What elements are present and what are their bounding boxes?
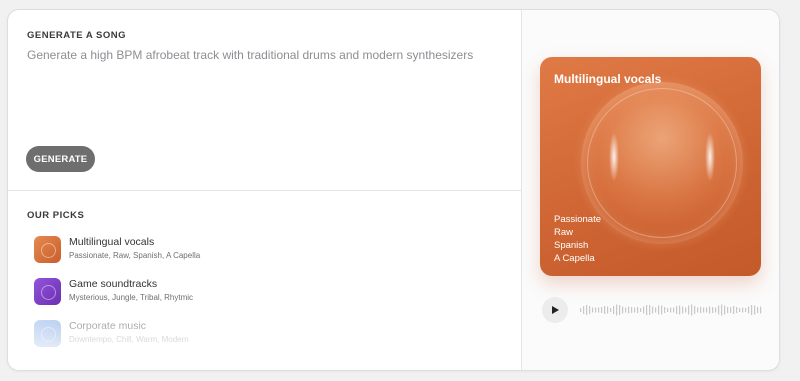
- waveform-bar: [595, 307, 597, 313]
- waveform-bar: [673, 307, 675, 313]
- waveform-bar: [661, 305, 663, 315]
- waveform-bar: [736, 307, 738, 313]
- waveform-bar: [748, 306, 750, 314]
- waveform-bar: [688, 305, 690, 315]
- orb-artwork: [581, 82, 743, 244]
- waveform-bar: [754, 305, 756, 315]
- waveform-bar: [613, 306, 615, 314]
- pick-item-name: Multilingual vocals: [69, 236, 155, 248]
- waveform-bar: [655, 307, 657, 313]
- waveform-bar: [730, 307, 732, 313]
- waveform-bar: [604, 306, 606, 314]
- waveform-bar: [664, 307, 666, 313]
- waveform-bar: [706, 307, 708, 313]
- generate-button[interactable]: GENERATE: [26, 146, 95, 172]
- waveform-bar: [658, 305, 660, 315]
- waveform-bar: [727, 307, 729, 313]
- waveform-bar: [712, 307, 714, 313]
- waveform-bar: [697, 307, 699, 313]
- generate-section-label: GENERATE A SONG: [27, 30, 126, 41]
- waveform-bar: [709, 306, 711, 314]
- featured-tag: Raw: [554, 227, 574, 238]
- waveform-bar: [667, 308, 669, 312]
- pick-item-tags: Mysterious, Jungle, Tribal, Rhytmic: [69, 293, 194, 302]
- play-button[interactable]: [542, 297, 568, 323]
- waveform-bar: [592, 307, 594, 313]
- waveform-bar: [700, 307, 702, 313]
- orb-icon: [34, 319, 61, 347]
- waveform-bar: [691, 304, 693, 316]
- pick-item-name: Corporate music: [69, 320, 147, 332]
- pick-item-corporate-music[interactable]: Corporate music Downtempo, Chill, Warm, …: [34, 318, 454, 348]
- waveform-bar: [643, 306, 645, 314]
- waveform-bar: [634, 307, 636, 313]
- orb-icon: [34, 277, 61, 305]
- waveform-bar: [724, 305, 726, 315]
- featured-tag: Spanish: [554, 240, 589, 251]
- waveform-bar: [622, 306, 624, 314]
- waveform-bar: [637, 307, 639, 313]
- orb-glint-left: [609, 132, 619, 182]
- audio-player: [542, 297, 772, 323]
- waveform-bar: [649, 305, 651, 315]
- song-generator-card: GENERATE A SONG Generate a high BPM afro…: [7, 9, 780, 371]
- orb-icon: [34, 235, 61, 263]
- waveform-bar: [733, 306, 735, 314]
- waveform-bar: [628, 306, 630, 314]
- waveform-bar: [601, 307, 603, 313]
- featured-track-card[interactable]: Multilingual vocals Passionate Raw Spani…: [540, 57, 761, 276]
- waveform-bar: [679, 305, 681, 315]
- waveform-bar: [718, 305, 720, 315]
- featured-track-tags: Passionate Raw Spanish A Capella: [554, 213, 601, 265]
- section-divider: [8, 190, 521, 191]
- waveform-bar: [694, 306, 696, 314]
- waveform-bar: [610, 308, 612, 312]
- waveform-bar: [652, 306, 654, 314]
- picks-section-label: OUR PICKS: [27, 210, 85, 221]
- waveform-bar: [670, 307, 672, 313]
- pick-item-game-soundtracks[interactable]: Game soundtracks Mysterious, Jungle, Tri…: [34, 276, 454, 306]
- waveform-bar: [619, 305, 621, 315]
- waveform-bar: [625, 307, 627, 313]
- waveform-bar: [703, 307, 705, 313]
- waveform-bar: [676, 306, 678, 314]
- waveform-bar: [646, 305, 648, 315]
- waveform-bar: [589, 306, 591, 314]
- play-icon: [552, 306, 559, 314]
- waveform-bar: [586, 305, 588, 315]
- waveform-bar: [715, 307, 717, 313]
- featured-track-title: Multilingual vocals: [554, 72, 662, 86]
- waveform-bar: [682, 306, 684, 314]
- preview-panel: Multilingual vocals Passionate Raw Spani…: [522, 10, 779, 370]
- generator-panel: GENERATE A SONG Generate a high BPM afro…: [8, 10, 521, 370]
- waveform-bar: [598, 307, 600, 313]
- waveform-bar: [616, 304, 618, 316]
- waveform-bar: [751, 305, 753, 315]
- waveform-bar: [721, 304, 723, 316]
- waveform-bar: [631, 307, 633, 313]
- waveform-bar: [607, 306, 609, 314]
- waveform-bar: [760, 306, 762, 314]
- featured-tag: A Capella: [554, 253, 595, 264]
- waveform-bar: [745, 308, 747, 312]
- waveform-bar: [580, 308, 582, 312]
- waveform-bar: [583, 306, 585, 314]
- featured-tag: Passionate: [554, 214, 602, 225]
- pick-item-name: Game soundtracks: [69, 278, 158, 290]
- pick-item-multilingual-vocals[interactable]: Multilingual vocals Passionate, Raw, Spa…: [34, 234, 454, 264]
- waveform-bar: [739, 308, 741, 312]
- waveform-bar: [685, 307, 687, 313]
- waveform-bar: [742, 307, 744, 313]
- waveform[interactable]: [579, 301, 762, 319]
- orb-glint-right: [705, 132, 715, 182]
- pick-item-tags: Downtempo, Chill, Warm, Modern: [69, 335, 189, 344]
- waveform-bar: [640, 308, 642, 312]
- prompt-input[interactable]: Generate a high BPM afrobeat track with …: [27, 48, 507, 62]
- waveform-bar: [757, 307, 759, 313]
- pick-item-tags: Passionate, Raw, Spanish, A Capella: [69, 251, 201, 260]
